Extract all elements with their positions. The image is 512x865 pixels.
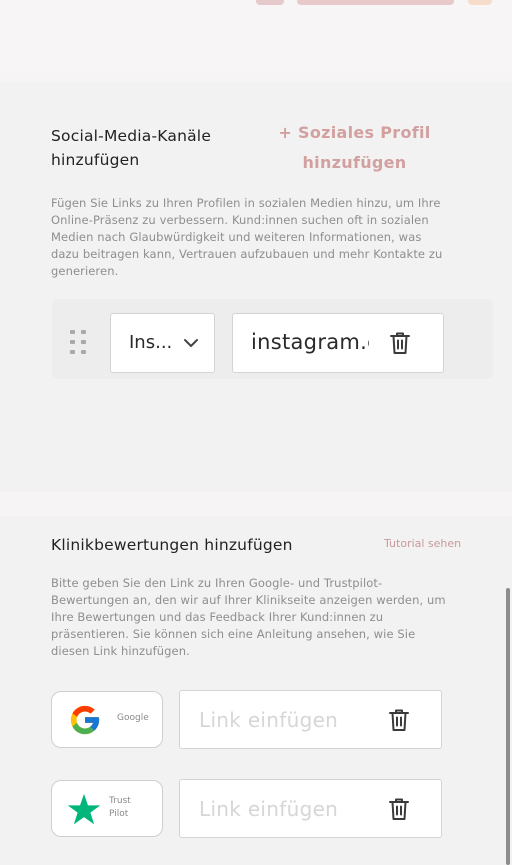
add-social-profile-button[interactable]: + Soziales Profil hinzufügen (262, 118, 447, 178)
trustpilot-logo-card: Trust Pilot (51, 780, 163, 837)
google-link-placeholder: Link einfügen (199, 708, 339, 732)
social-desc-line: Medien nach Glaubwürdigkeit und weiteren… (51, 230, 422, 244)
platform-select-value: Ins... (129, 332, 173, 353)
reviews-desc-line: diesen Link hinzufügen. (51, 644, 190, 658)
chevron-down-icon (184, 339, 198, 347)
reviews-desc-line: Bewertungen an, den wir auf Ihrer Klinik… (51, 593, 446, 607)
trustpilot-star-icon (67, 793, 101, 825)
social-desc-line: Online-Präsenz zu verbessern. Kund:innen… (51, 213, 429, 227)
reviews-desc-line: Bitte geben Sie den Link zu Ihren Google… (51, 576, 383, 590)
reviews-desc-line: Ihre Bewertungen und das Feedback Ihrer … (51, 610, 384, 624)
trustpilot-name-line2: Pilot (109, 809, 129, 819)
trustpilot-link-input[interactable]: Link einfügen (179, 779, 442, 838)
social-description: Fügen Sie Links zu Ihren Profilen in soz… (51, 195, 471, 280)
social-title-line1: Social-Media-Kanäle (51, 127, 212, 145)
google-name: Google (117, 713, 149, 723)
trustpilot-name: Trust Pilot (109, 795, 149, 821)
social-desc-line: generieren. (51, 264, 119, 278)
top-strip (0, 0, 512, 70)
add-profile-label-line1: + Soziales Profil (278, 123, 431, 142)
trash-icon[interactable] (389, 331, 411, 355)
social-desc-line: Fügen Sie Links zu Ihren Profilen in soz… (51, 196, 441, 210)
scrollbar-thumb[interactable] (506, 588, 510, 865)
top-button-fragment-wide[interactable] (297, 0, 454, 5)
trash-icon[interactable] (388, 797, 410, 821)
trustpilot-name-line1: Trust (109, 796, 131, 806)
top-button-fragment-orange[interactable] (468, 0, 492, 5)
platform-select[interactable]: Ins... (110, 313, 215, 373)
google-icon (70, 705, 100, 735)
trash-icon[interactable] (388, 708, 410, 732)
add-profile-label-line2: hinzufügen (302, 153, 407, 172)
trustpilot-link-placeholder: Link einfügen (199, 797, 339, 821)
social-section-title: Social-Media-Kanäle hinzufügen (51, 124, 211, 172)
social-desc-line: dazu beitragen kann, Vertrauen aufzubaue… (51, 247, 443, 261)
social-url-input[interactable]: instagram.com (232, 313, 444, 373)
tutorial-link[interactable]: Tutorial sehen (384, 537, 461, 550)
reviews-section-title: Klinikbewertungen hinzufügen (51, 536, 293, 554)
reviews-desc-line: präsentieren. Sie können sich eine Anlei… (51, 627, 416, 641)
reviews-description: Bitte geben Sie den Link zu Ihren Google… (51, 575, 471, 660)
google-logo-card: Google (51, 691, 163, 748)
social-url-value: instagram.com (251, 330, 369, 354)
social-title-line2: hinzufügen (51, 151, 140, 169)
drag-handle-icon[interactable] (70, 330, 88, 356)
google-link-input[interactable]: Link einfügen (179, 690, 442, 749)
top-button-fragment[interactable] (256, 0, 284, 5)
